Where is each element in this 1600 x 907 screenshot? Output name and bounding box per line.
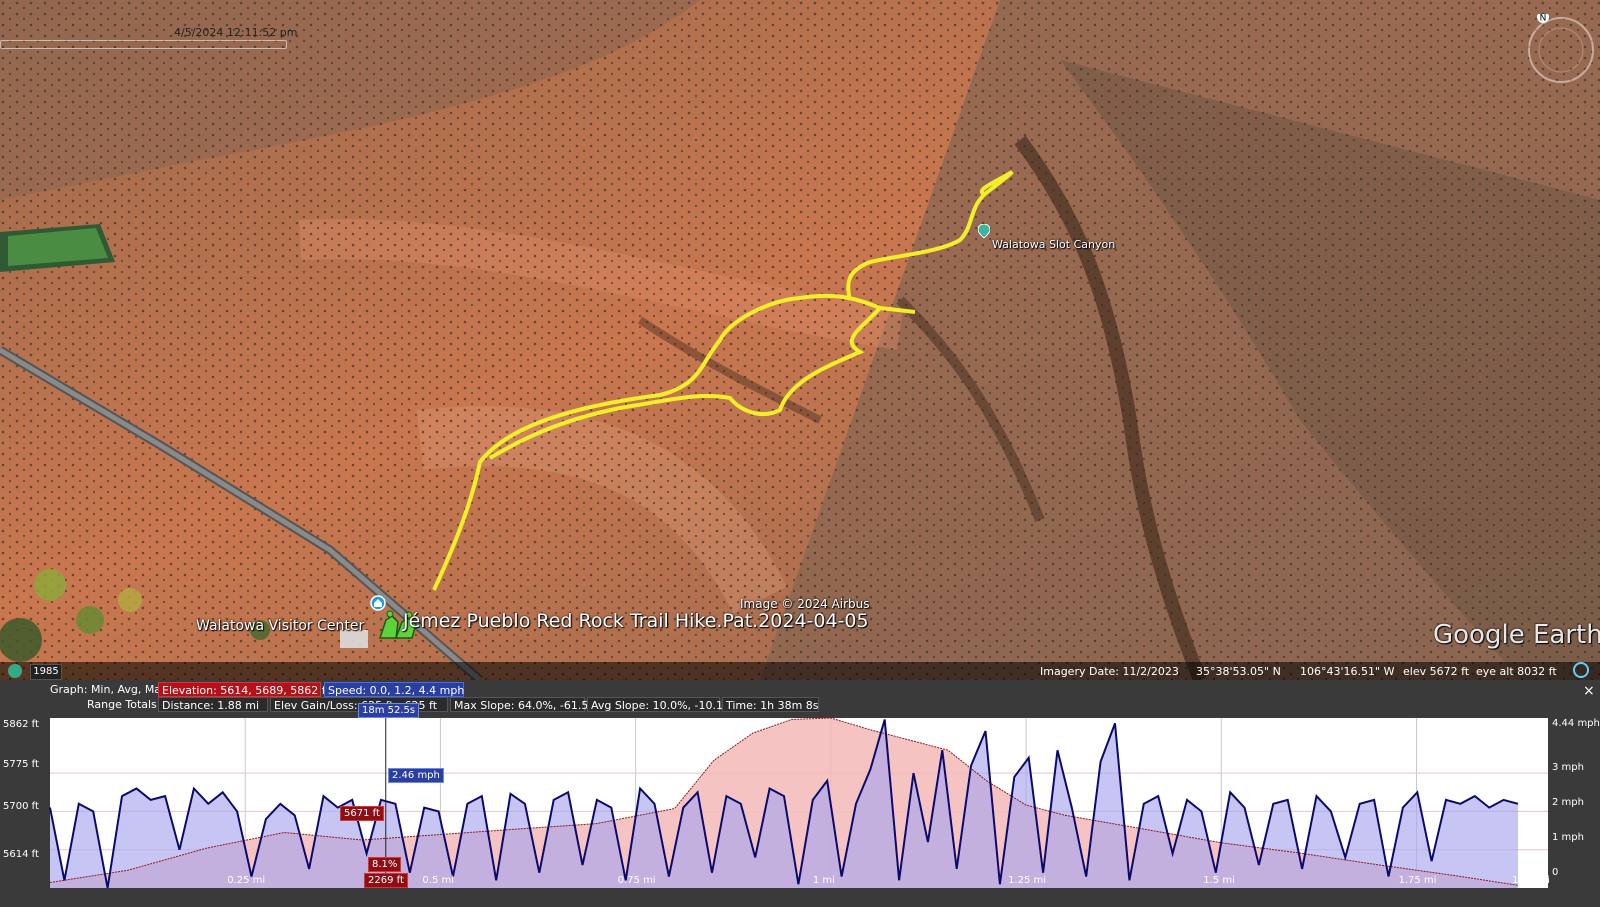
compass-north-label: N [1540,14,1547,24]
left-tick-label: 5614 ft [3,849,39,860]
x-tick-label: 1 mi [812,875,835,886]
track-title[interactable]: Jémez Pueblo Red Rock Trail Hike.Pat.202… [403,610,869,632]
right-tick-label: 2 mph [1552,797,1584,808]
x-tick-label: 1.75 mi [1398,875,1437,886]
profile-chart[interactable] [0,680,1600,907]
x-tick-label: 0.75 mi [617,875,656,886]
right-tick-label: 0 [1552,867,1559,878]
cursor-speed-tag: 2.46 mph [388,768,444,783]
navigation-icon[interactable] [1573,662,1589,678]
slot-canyon-label[interactable]: Walatowa Slot Canyon [992,238,1115,251]
image-credit: Image © 2024 Airbus [740,597,870,611]
close-icon[interactable]: × [1583,683,1595,699]
x-tick-label: 1.88 mi [1512,875,1550,886]
google-earth-logo: Google Earth [1433,620,1600,650]
imagery-date: Imagery Date: 11/2/2023 [1040,665,1179,678]
timeline-slider[interactable] [0,40,287,49]
latitude-readout: 35°38'53.05" N [1196,665,1281,678]
status-bar: Imagery Date: 11/2/2023 35°38'53.05" N 1… [0,662,1600,680]
x-tick-label: 0.5 mi [422,875,455,886]
longitude-readout: 106°43'16.51" W [1300,665,1395,678]
elevation-profile-panel[interactable]: Graph: Min, Avg, Max Elevation: 5614, 56… [0,680,1600,907]
left-tick-label: 5862 ft [3,719,39,730]
x-tick-label: 1.5 mi [1203,875,1235,886]
right-tick-label: 1 mph [1552,832,1584,843]
cursor-slope-tag: 8.1% [368,857,402,872]
satellite-imagery [0,0,1600,680]
elevation-readout: elev 5672 ft [1403,665,1470,678]
globe-icon[interactable] [8,664,22,678]
placemark-icon[interactable] [978,224,990,238]
historical-imagery-year[interactable]: 1985 [30,664,62,680]
cursor-elevation-tag: 5671 ft [340,806,384,821]
right-tick-label: 3 mph [1552,762,1584,773]
cursor-time-tag: 18m 52.5s [358,703,420,718]
timeline-timestamp: 4/5/2024 12:11:52 pm [174,26,298,39]
cursor-distance-tag: 2269 ft [364,873,408,888]
left-tick-label: 5700 ft [3,801,39,812]
x-tick-label: 1.25 mi [1008,875,1047,886]
left-tick-label: 5775 ft [3,759,39,770]
map-view[interactable]: 4/5/2024 12:11:52 pm Walatowa Slot Canyo… [0,0,1600,680]
x-tick-label: 0.25 mi [227,875,266,886]
eye-altitude-readout: eye alt 8032 ft [1476,665,1557,678]
visitor-center-label[interactable]: Walatowa Visitor Center [196,618,364,634]
right-tick-label: 4.44 mph [1552,718,1600,729]
compass-icon[interactable]: N [1525,14,1597,86]
